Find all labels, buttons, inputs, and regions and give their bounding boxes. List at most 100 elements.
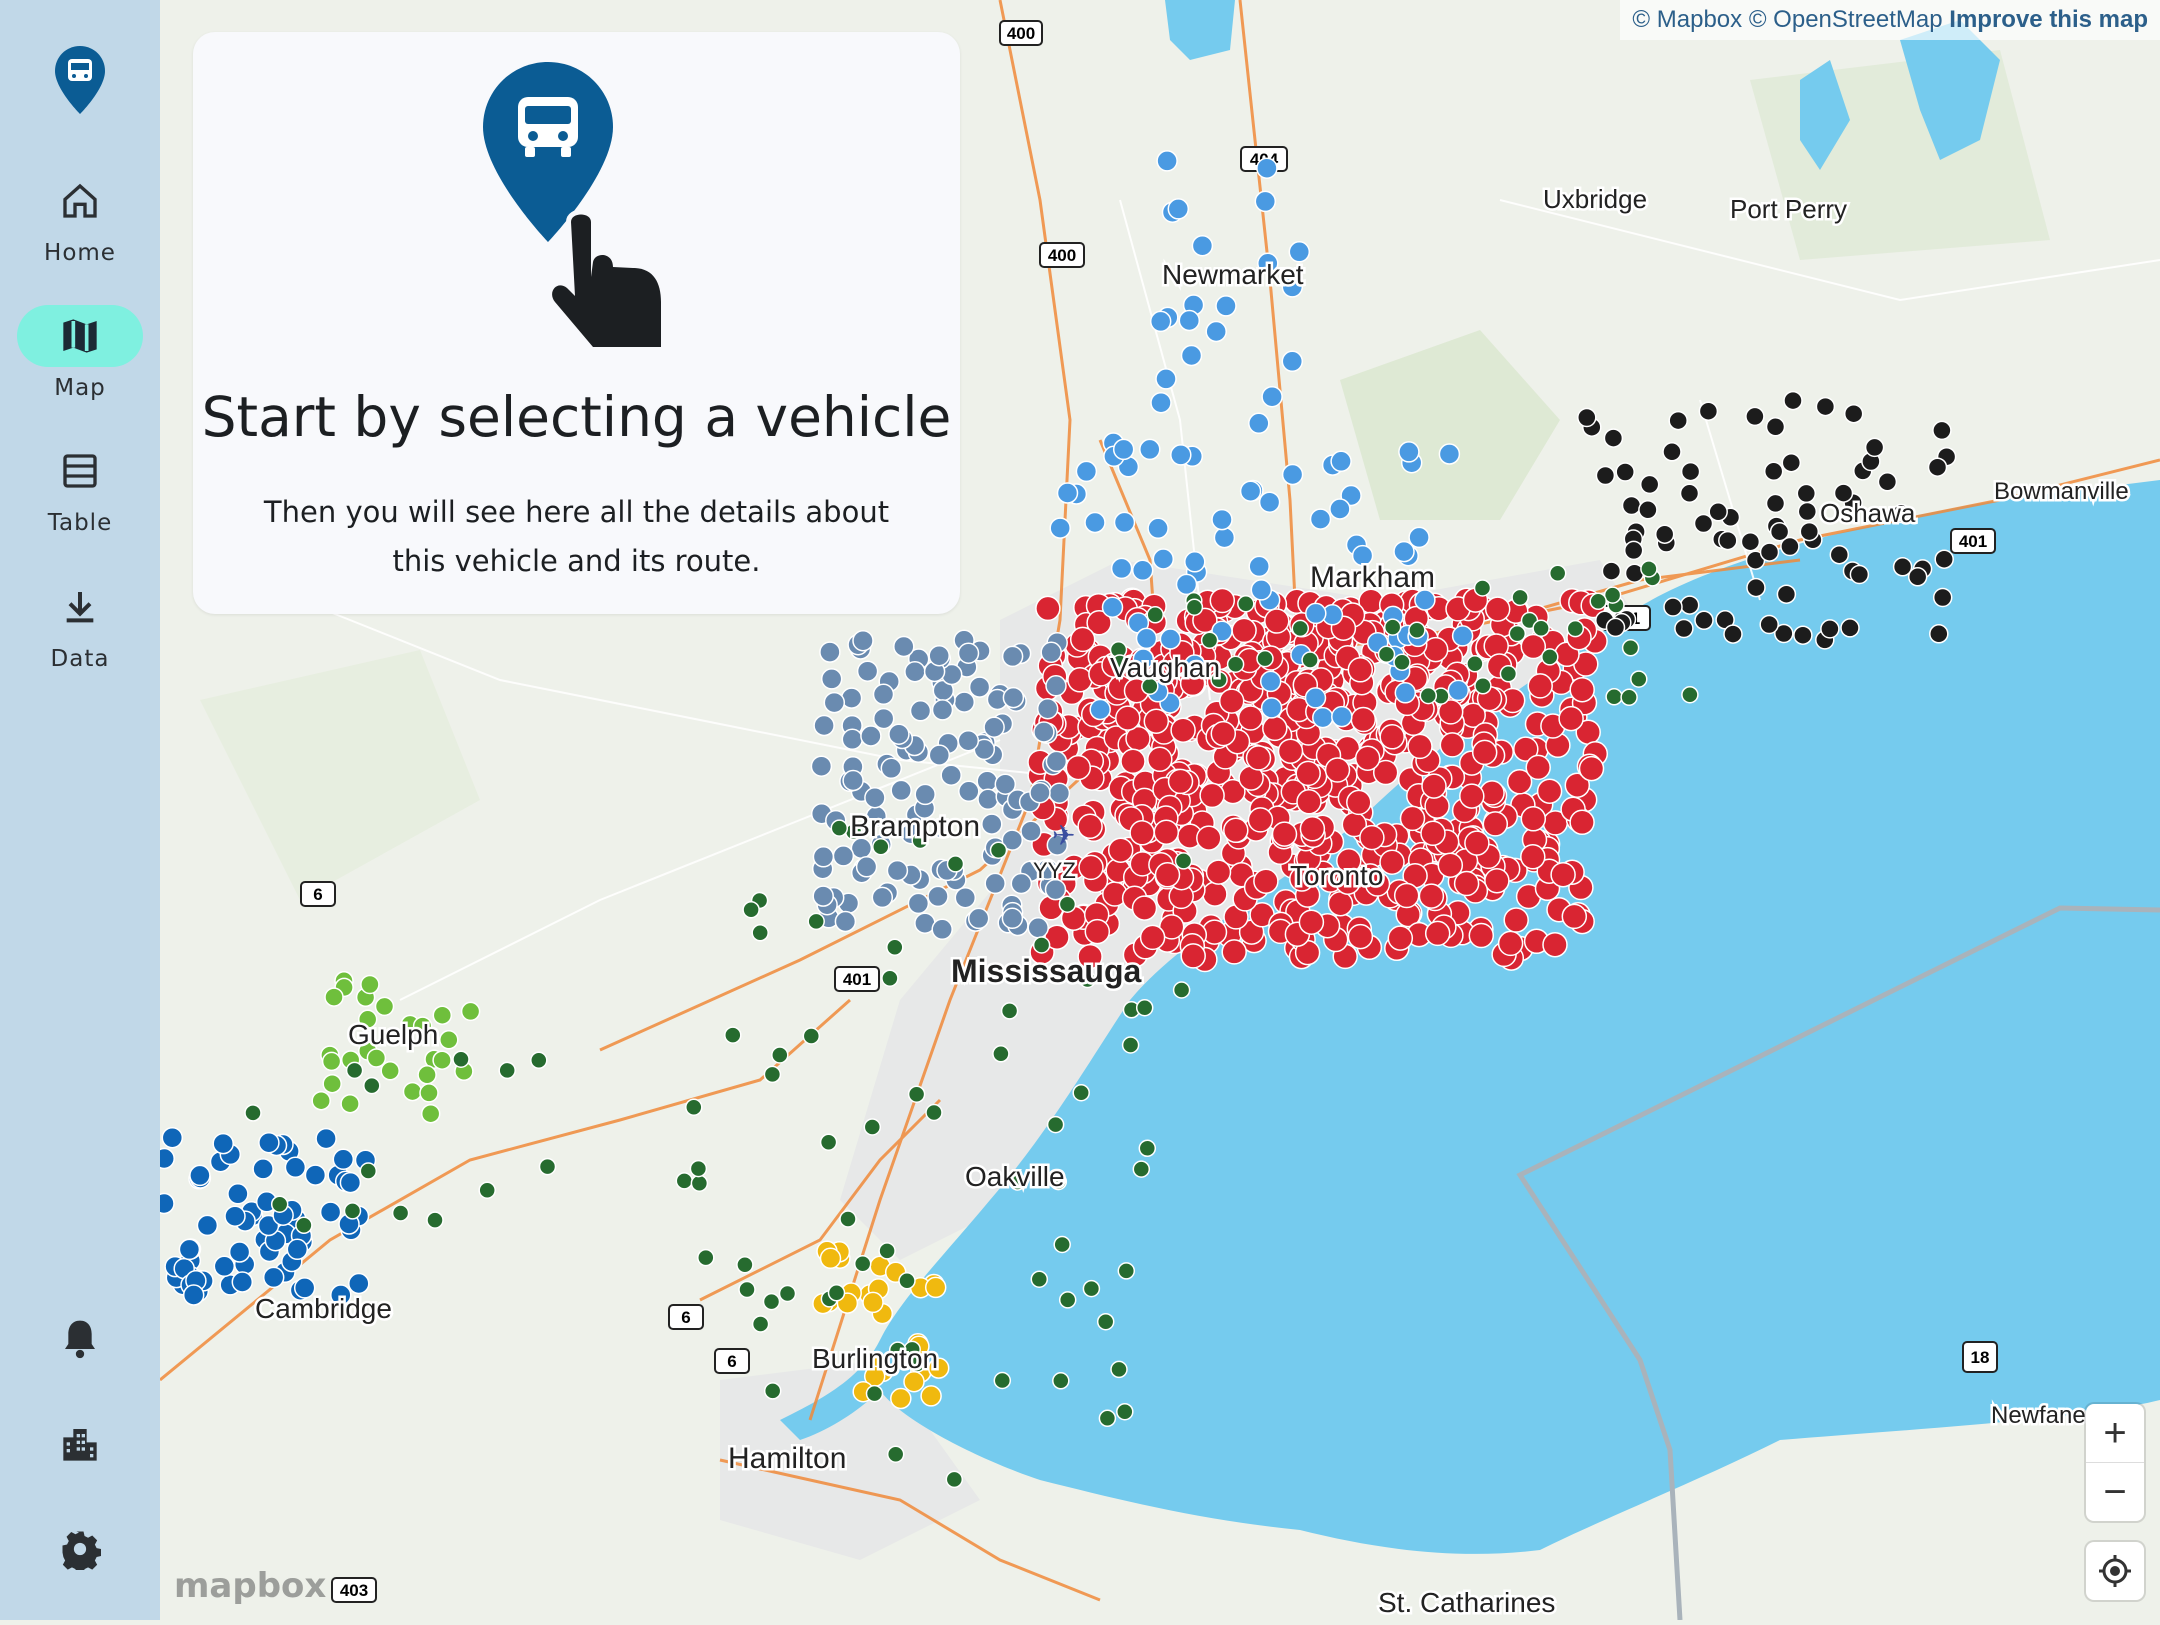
vehicle-marker[interactable] bbox=[807, 912, 825, 931]
vehicle-marker[interactable] bbox=[1117, 1262, 1136, 1280]
vehicle-marker[interactable] bbox=[1439, 732, 1466, 758]
vehicle-marker[interactable] bbox=[1820, 619, 1840, 639]
vehicle-marker[interactable] bbox=[1048, 782, 1071, 804]
vehicle-marker[interactable] bbox=[675, 1172, 694, 1190]
vehicle-marker[interactable] bbox=[1256, 649, 1274, 668]
vehicle-marker[interactable] bbox=[841, 728, 864, 751]
vehicle-marker[interactable] bbox=[1393, 653, 1411, 672]
vehicle-marker[interactable] bbox=[1202, 881, 1228, 907]
vehicle-marker[interactable] bbox=[1408, 526, 1430, 549]
vehicle-marker[interactable] bbox=[1329, 498, 1351, 520]
vehicle-marker[interactable] bbox=[1769, 521, 1790, 542]
vehicle-marker[interactable] bbox=[1045, 750, 1068, 773]
vehicle-marker[interactable] bbox=[1718, 530, 1738, 551]
vehicle-marker[interactable] bbox=[1226, 655, 1245, 673]
vehicle-marker[interactable] bbox=[888, 723, 910, 745]
vehicle-marker[interactable] bbox=[872, 707, 895, 730]
vehicle-marker[interactable] bbox=[1231, 617, 1257, 644]
vehicle-marker[interactable] bbox=[1001, 907, 1024, 930]
vehicle-marker[interactable] bbox=[1359, 824, 1385, 851]
vehicle-marker[interactable] bbox=[1146, 606, 1164, 624]
zoom-out-button[interactable]: − bbox=[2086, 1463, 2144, 1521]
vehicle-marker[interactable] bbox=[1215, 295, 1237, 317]
vehicle-marker[interactable] bbox=[1147, 517, 1169, 540]
vehicle-marker[interactable] bbox=[1112, 438, 1135, 461]
vehicle-marker[interactable] bbox=[1096, 1312, 1115, 1331]
vehicle-marker[interactable] bbox=[1180, 943, 1206, 969]
vehicle-marker[interactable] bbox=[417, 1065, 437, 1085]
vehicle-marker[interactable] bbox=[1277, 738, 1304, 764]
vehicle-marker[interactable] bbox=[751, 1315, 770, 1333]
vehicle-marker[interactable] bbox=[1262, 715, 1288, 742]
vehicle-marker[interactable] bbox=[153, 1147, 175, 1170]
vehicle-marker[interactable] bbox=[1407, 733, 1433, 760]
vehicle-marker[interactable] bbox=[886, 859, 909, 882]
vehicle-marker[interactable] bbox=[1304, 687, 1327, 709]
vehicle-marker[interactable] bbox=[391, 1204, 410, 1222]
vehicle-marker[interactable] bbox=[967, 907, 990, 930]
vehicle-marker[interactable] bbox=[1840, 618, 1860, 638]
vehicle-marker[interactable] bbox=[1654, 524, 1675, 544]
vehicle-marker[interactable] bbox=[315, 1127, 337, 1150]
vehicle-marker[interactable] bbox=[1150, 391, 1172, 414]
vehicle-marker[interactable] bbox=[319, 1201, 342, 1223]
vehicle-marker[interactable] bbox=[339, 1171, 362, 1194]
vehicle-marker[interactable] bbox=[460, 1001, 481, 1022]
vehicle-marker[interactable] bbox=[189, 1164, 211, 1187]
vehicle-marker[interactable] bbox=[1139, 924, 1166, 951]
vehicle-marker[interactable] bbox=[1541, 648, 1559, 666]
vehicle-marker[interactable] bbox=[1499, 665, 1518, 683]
vehicle-marker[interactable] bbox=[1793, 625, 1813, 645]
vehicle-marker[interactable] bbox=[1138, 1139, 1157, 1158]
vehicle-marker[interactable] bbox=[1437, 852, 1464, 878]
vehicle-marker[interactable] bbox=[1040, 641, 1062, 664]
vehicle-marker[interactable] bbox=[839, 1210, 857, 1228]
vehicle-marker[interactable] bbox=[1264, 608, 1290, 634]
vehicle-marker[interactable] bbox=[1191, 234, 1214, 257]
vehicle-marker[interactable] bbox=[1815, 396, 1836, 417]
vehicle-marker[interactable] bbox=[1681, 685, 1699, 704]
osm-attribution-link[interactable]: © OpenStreetMap bbox=[1749, 6, 1943, 33]
vehicle-marker[interactable] bbox=[763, 1065, 782, 1084]
vehicle-marker[interactable] bbox=[231, 1271, 254, 1293]
vehicle-marker[interactable] bbox=[161, 1126, 184, 1149]
vehicle-marker[interactable] bbox=[778, 1284, 797, 1303]
vehicle-marker[interactable] bbox=[1046, 1115, 1065, 1134]
vehicle-marker[interactable] bbox=[286, 1238, 309, 1261]
vehicle-marker[interactable] bbox=[1301, 651, 1319, 669]
vehicle-marker[interactable] bbox=[1379, 724, 1405, 750]
vehicle-marker[interactable] bbox=[907, 892, 930, 915]
vehicle-marker[interactable] bbox=[530, 1051, 548, 1070]
vehicle-marker[interactable] bbox=[1082, 1279, 1101, 1298]
vehicle-marker[interactable] bbox=[1759, 542, 1780, 562]
vehicle-marker[interactable] bbox=[1218, 688, 1245, 714]
vehicle-marker[interactable] bbox=[865, 1384, 884, 1403]
vehicle-marker[interactable] bbox=[976, 770, 998, 792]
vehicle-marker[interactable] bbox=[1398, 441, 1420, 463]
vehicle-marker[interactable] bbox=[1864, 437, 1885, 458]
vehicle-marker[interactable] bbox=[813, 714, 835, 737]
vehicle-marker[interactable] bbox=[830, 819, 849, 837]
vehicle-marker[interactable] bbox=[863, 1118, 882, 1136]
vehicle-marker[interactable] bbox=[324, 987, 344, 1007]
vehicle-marker[interactable] bbox=[1211, 508, 1233, 531]
vehicle-marker[interactable] bbox=[1116, 1402, 1134, 1421]
vehicle-marker[interactable] bbox=[1346, 789, 1372, 816]
vehicle-marker[interactable] bbox=[736, 1255, 754, 1274]
vehicle-marker[interactable] bbox=[1239, 480, 1262, 502]
vehicle-marker[interactable] bbox=[1929, 624, 1949, 644]
vehicle-marker[interactable] bbox=[1299, 816, 1326, 842]
vehicle-marker[interactable] bbox=[1569, 676, 1595, 703]
vehicle-marker[interactable] bbox=[538, 1157, 557, 1176]
vehicle-marker[interactable] bbox=[898, 1272, 916, 1290]
vehicle-marker[interactable] bbox=[1482, 811, 1509, 837]
vehicle-marker[interactable] bbox=[1035, 595, 1061, 622]
vehicle-marker[interactable] bbox=[832, 845, 855, 867]
vehicle-marker[interactable] bbox=[1603, 428, 1624, 448]
vehicle-marker[interactable] bbox=[1254, 190, 1277, 213]
vehicle-marker[interactable] bbox=[374, 996, 395, 1017]
vehicle-marker[interactable] bbox=[1694, 610, 1714, 631]
vehicle-marker[interactable] bbox=[402, 1081, 423, 1102]
vehicle-marker[interactable] bbox=[1131, 895, 1158, 921]
vehicle-marker[interactable] bbox=[931, 918, 953, 941]
